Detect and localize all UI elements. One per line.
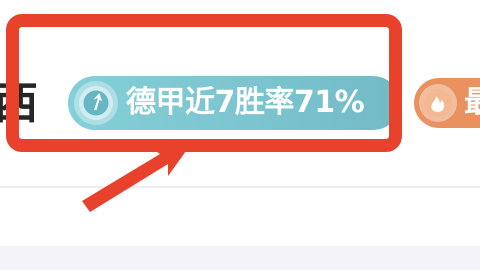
screenshot-crop: 西 德甲近7胜率71% 最 [0, 0, 480, 270]
annotation-arrow [82, 140, 194, 212]
